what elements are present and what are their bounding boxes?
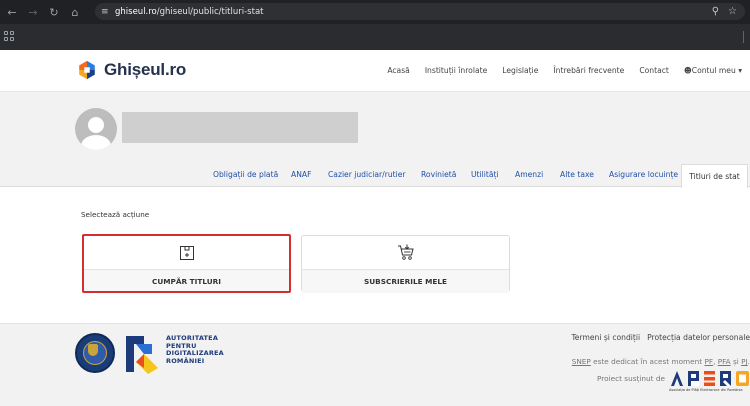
tab-alte-taxe[interactable]: Alte taxe	[560, 170, 594, 179]
buy-bonds-card[interactable]: CUMPĂR TITLURI	[83, 235, 290, 293]
caret-down-icon: ▾	[738, 66, 742, 75]
tab-titluri-de-stat[interactable]: Titluri de stat	[681, 164, 748, 188]
bookmarks-divider	[743, 31, 744, 43]
top-navigation: Acasă Instituții înrolate Legislație Înt…	[387, 66, 742, 75]
nav-institutions[interactable]: Instituții înrolate	[425, 66, 487, 75]
privacy-link[interactable]: Protecția datelor personale	[647, 333, 750, 342]
avatar	[75, 108, 117, 150]
apps-grid-icon[interactable]	[4, 31, 14, 41]
user-name-redacted	[122, 112, 358, 143]
tab-utilitati[interactable]: Utilități	[471, 170, 499, 179]
browser-toolbar: ← → ↻ ⌂ ≡ ghiseul.ro/ghiseul/public/titl…	[0, 0, 750, 24]
home-icon[interactable]: ⌂	[66, 3, 84, 21]
profile-band	[0, 92, 750, 164]
project-supported-by: Proiect susținut de	[597, 374, 665, 383]
apero-caption: Asociația de Plăți Electronice din Român…	[669, 388, 743, 392]
ghiseul-logo-icon	[79, 60, 95, 80]
tab-rovinieta[interactable]: Rovinietă	[421, 170, 456, 179]
tab-cazier[interactable]: Cazier judiciar/rutier	[328, 170, 406, 179]
snep-link[interactable]: SNEP	[572, 357, 591, 366]
nav-faq[interactable]: Întrebări frecvente	[553, 66, 624, 75]
back-arrow-icon[interactable]: ←	[3, 3, 21, 21]
package-icon	[179, 245, 194, 260]
service-tabs: Obligații de plată ANAF Cazier judiciar/…	[0, 164, 750, 188]
nav-home[interactable]: Acasă	[387, 66, 410, 75]
nav-contact[interactable]: Contact	[639, 66, 669, 75]
tab-asigurare[interactable]: Asigurare locuințe	[609, 170, 678, 179]
zoom-icon[interactable]: ⚲	[712, 6, 719, 17]
bookmark-star-icon[interactable]: ☆	[728, 6, 737, 17]
tab-obligatii[interactable]: Obligații de plată	[213, 170, 278, 179]
nav-legislation[interactable]: Legislație	[502, 66, 538, 75]
user-icon: ☻	[683, 66, 692, 75]
buy-bonds-label: CUMPĂR TITLURI	[84, 269, 289, 293]
address-bar[interactable]: ≡ ghiseul.ro/ghiseul/public/titluri-stat…	[95, 3, 745, 20]
shopping-cart-icon	[397, 244, 414, 260]
site-settings-icon[interactable]: ≡	[101, 7, 115, 17]
adr-name: AUTORITATEA PENTRU DIGITALIZAREA ROMÂNIE…	[166, 334, 224, 365]
snep-note: SNEP este dedicat în acest moment PF, PF…	[571, 357, 750, 366]
site-header: Ghișeul.ro Acasă Instituții înrolate Leg…	[0, 50, 750, 92]
pfa-link[interactable]: PFA	[718, 357, 731, 366]
site-footer: AUTORITATEA PENTRU DIGITALIZAREA ROMÂNIE…	[0, 323, 750, 406]
logo-text: Ghișeul.ro	[104, 60, 187, 79]
adr-logo-icon	[126, 336, 158, 374]
site-logo[interactable]: Ghișeul.ro	[76, 59, 186, 81]
apero-logo-icon	[671, 371, 749, 386]
bookmarks-bar	[0, 24, 750, 50]
government-seal-logo	[75, 333, 115, 373]
my-subscriptions-label: SUBSCRIERILE MELE	[302, 269, 509, 293]
footer-links: Termeni și condiții Protecția datelor pe…	[571, 333, 750, 342]
pf-link[interactable]: PF	[704, 357, 713, 366]
forward-arrow-icon[interactable]: →	[24, 3, 42, 21]
tab-anaf[interactable]: ANAF	[291, 170, 311, 179]
reload-icon[interactable]: ↻	[45, 3, 63, 21]
url-text: ghiseul.ro/ghiseul/public/titluri-stat	[115, 6, 264, 17]
tab-amenzi[interactable]: Amenzi	[515, 170, 543, 179]
terms-link[interactable]: Termeni și condiții	[571, 333, 640, 342]
my-subscriptions-card[interactable]: SUBSCRIERILE MELE	[301, 235, 510, 293]
select-action-label: Selectează acțiune	[81, 210, 150, 219]
nav-account[interactable]: ☻Contul meu ▾	[684, 66, 742, 75]
